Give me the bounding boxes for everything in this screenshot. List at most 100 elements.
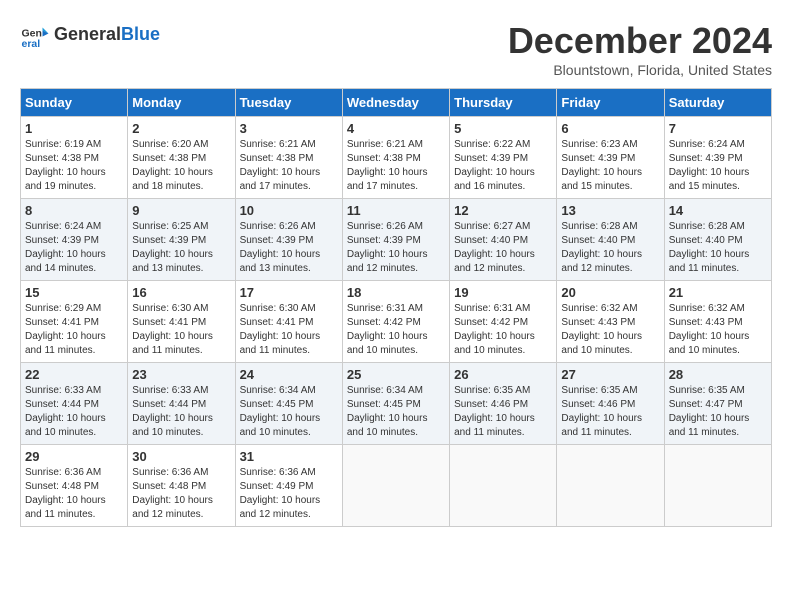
calendar-cell — [342, 445, 449, 527]
day-info: Sunrise: 6:35 AM Sunset: 4:47 PM Dayligh… — [669, 384, 767, 440]
day-number: 14 — [669, 203, 767, 218]
day-info: Sunrise: 6:35 AM Sunset: 4:46 PM Dayligh… — [454, 384, 552, 440]
calendar-cell — [450, 445, 557, 527]
calendar-cell: 29 Sunrise: 6:36 AM Sunset: 4:48 PM Dayl… — [21, 445, 128, 527]
page-header: Gen eral GeneralBlue December 2024 Bloun… — [20, 20, 772, 78]
day-number: 18 — [347, 285, 445, 300]
weekday-header-friday: Friday — [557, 89, 664, 117]
day-info: Sunrise: 6:25 AM Sunset: 4:39 PM Dayligh… — [132, 220, 230, 276]
svg-text:eral: eral — [22, 38, 41, 50]
day-info: Sunrise: 6:28 AM Sunset: 4:40 PM Dayligh… — [561, 220, 659, 276]
day-info: Sunrise: 6:31 AM Sunset: 4:42 PM Dayligh… — [347, 302, 445, 358]
day-info: Sunrise: 6:19 AM Sunset: 4:38 PM Dayligh… — [25, 138, 123, 194]
day-number: 2 — [132, 121, 230, 136]
day-info: Sunrise: 6:29 AM Sunset: 4:41 PM Dayligh… — [25, 302, 123, 358]
day-number: 11 — [347, 203, 445, 218]
day-number: 21 — [669, 285, 767, 300]
calendar-cell: 9 Sunrise: 6:25 AM Sunset: 4:39 PM Dayli… — [128, 199, 235, 281]
logo-icon: Gen eral — [20, 20, 50, 50]
day-number: 7 — [669, 121, 767, 136]
calendar-cell: 1 Sunrise: 6:19 AM Sunset: 4:38 PM Dayli… — [21, 117, 128, 199]
day-number: 8 — [25, 203, 123, 218]
day-info: Sunrise: 6:33 AM Sunset: 4:44 PM Dayligh… — [25, 384, 123, 440]
calendar-cell: 10 Sunrise: 6:26 AM Sunset: 4:39 PM Dayl… — [235, 199, 342, 281]
calendar-cell: 25 Sunrise: 6:34 AM Sunset: 4:45 PM Dayl… — [342, 363, 449, 445]
weekday-header-tuesday: Tuesday — [235, 89, 342, 117]
calendar-week-4: 22 Sunrise: 6:33 AM Sunset: 4:44 PM Dayl… — [21, 363, 772, 445]
logo: Gen eral GeneralBlue — [20, 20, 160, 50]
day-info: Sunrise: 6:32 AM Sunset: 4:43 PM Dayligh… — [561, 302, 659, 358]
day-info: Sunrise: 6:32 AM Sunset: 4:43 PM Dayligh… — [669, 302, 767, 358]
calendar-cell: 2 Sunrise: 6:20 AM Sunset: 4:38 PM Dayli… — [128, 117, 235, 199]
calendar-cell: 17 Sunrise: 6:30 AM Sunset: 4:41 PM Dayl… — [235, 281, 342, 363]
day-number: 6 — [561, 121, 659, 136]
calendar-cell: 31 Sunrise: 6:36 AM Sunset: 4:49 PM Dayl… — [235, 445, 342, 527]
weekday-header-saturday: Saturday — [664, 89, 771, 117]
weekday-header-thursday: Thursday — [450, 89, 557, 117]
day-number: 22 — [25, 367, 123, 382]
day-number: 24 — [240, 367, 338, 382]
day-number: 13 — [561, 203, 659, 218]
day-number: 19 — [454, 285, 552, 300]
day-number: 23 — [132, 367, 230, 382]
day-number: 17 — [240, 285, 338, 300]
day-number: 5 — [454, 121, 552, 136]
calendar-cell: 19 Sunrise: 6:31 AM Sunset: 4:42 PM Dayl… — [450, 281, 557, 363]
day-info: Sunrise: 6:33 AM Sunset: 4:44 PM Dayligh… — [132, 384, 230, 440]
calendar-cell: 3 Sunrise: 6:21 AM Sunset: 4:38 PM Dayli… — [235, 117, 342, 199]
calendar-week-3: 15 Sunrise: 6:29 AM Sunset: 4:41 PM Dayl… — [21, 281, 772, 363]
day-info: Sunrise: 6:30 AM Sunset: 4:41 PM Dayligh… — [132, 302, 230, 358]
calendar-cell: 26 Sunrise: 6:35 AM Sunset: 4:46 PM Dayl… — [450, 363, 557, 445]
calendar-cell: 7 Sunrise: 6:24 AM Sunset: 4:39 PM Dayli… — [664, 117, 771, 199]
day-number: 25 — [347, 367, 445, 382]
calendar-cell: 15 Sunrise: 6:29 AM Sunset: 4:41 PM Dayl… — [21, 281, 128, 363]
weekday-header-sunday: Sunday — [21, 89, 128, 117]
day-number: 29 — [25, 449, 123, 464]
calendar-cell: 28 Sunrise: 6:35 AM Sunset: 4:47 PM Dayl… — [664, 363, 771, 445]
calendar-cell: 13 Sunrise: 6:28 AM Sunset: 4:40 PM Dayl… — [557, 199, 664, 281]
day-info: Sunrise: 6:35 AM Sunset: 4:46 PM Dayligh… — [561, 384, 659, 440]
calendar-cell: 20 Sunrise: 6:32 AM Sunset: 4:43 PM Dayl… — [557, 281, 664, 363]
calendar-table: SundayMondayTuesdayWednesdayThursdayFrid… — [20, 88, 772, 527]
calendar-cell: 4 Sunrise: 6:21 AM Sunset: 4:38 PM Dayli… — [342, 117, 449, 199]
calendar-cell — [557, 445, 664, 527]
day-number: 1 — [25, 121, 123, 136]
weekday-header-monday: Monday — [128, 89, 235, 117]
day-number: 10 — [240, 203, 338, 218]
day-info: Sunrise: 6:36 AM Sunset: 4:48 PM Dayligh… — [25, 466, 123, 522]
month-title: December 2024 — [508, 20, 772, 62]
day-info: Sunrise: 6:21 AM Sunset: 4:38 PM Dayligh… — [347, 138, 445, 194]
weekday-header-wednesday: Wednesday — [342, 89, 449, 117]
calendar-week-1: 1 Sunrise: 6:19 AM Sunset: 4:38 PM Dayli… — [21, 117, 772, 199]
calendar-cell: 30 Sunrise: 6:36 AM Sunset: 4:48 PM Dayl… — [128, 445, 235, 527]
logo-text: GeneralBlue — [54, 24, 160, 46]
calendar-cell: 11 Sunrise: 6:26 AM Sunset: 4:39 PM Dayl… — [342, 199, 449, 281]
day-number: 15 — [25, 285, 123, 300]
day-number: 28 — [669, 367, 767, 382]
day-info: Sunrise: 6:20 AM Sunset: 4:38 PM Dayligh… — [132, 138, 230, 194]
day-number: 20 — [561, 285, 659, 300]
day-number: 16 — [132, 285, 230, 300]
day-info: Sunrise: 6:36 AM Sunset: 4:49 PM Dayligh… — [240, 466, 338, 522]
day-number: 27 — [561, 367, 659, 382]
calendar-cell — [664, 445, 771, 527]
calendar-cell: 27 Sunrise: 6:35 AM Sunset: 4:46 PM Dayl… — [557, 363, 664, 445]
day-info: Sunrise: 6:24 AM Sunset: 4:39 PM Dayligh… — [669, 138, 767, 194]
day-number: 9 — [132, 203, 230, 218]
day-info: Sunrise: 6:27 AM Sunset: 4:40 PM Dayligh… — [454, 220, 552, 276]
calendar-cell: 14 Sunrise: 6:28 AM Sunset: 4:40 PM Dayl… — [664, 199, 771, 281]
day-info: Sunrise: 6:24 AM Sunset: 4:39 PM Dayligh… — [25, 220, 123, 276]
location: Blountstown, Florida, United States — [508, 62, 772, 78]
calendar-cell: 24 Sunrise: 6:34 AM Sunset: 4:45 PM Dayl… — [235, 363, 342, 445]
day-info: Sunrise: 6:31 AM Sunset: 4:42 PM Dayligh… — [454, 302, 552, 358]
day-info: Sunrise: 6:34 AM Sunset: 4:45 PM Dayligh… — [240, 384, 338, 440]
calendar-cell: 12 Sunrise: 6:27 AM Sunset: 4:40 PM Dayl… — [450, 199, 557, 281]
calendar-cell: 16 Sunrise: 6:30 AM Sunset: 4:41 PM Dayl… — [128, 281, 235, 363]
day-info: Sunrise: 6:28 AM Sunset: 4:40 PM Dayligh… — [669, 220, 767, 276]
day-number: 4 — [347, 121, 445, 136]
day-number: 30 — [132, 449, 230, 464]
day-number: 3 — [240, 121, 338, 136]
calendar-week-5: 29 Sunrise: 6:36 AM Sunset: 4:48 PM Dayl… — [21, 445, 772, 527]
day-info: Sunrise: 6:22 AM Sunset: 4:39 PM Dayligh… — [454, 138, 552, 194]
day-info: Sunrise: 6:23 AM Sunset: 4:39 PM Dayligh… — [561, 138, 659, 194]
